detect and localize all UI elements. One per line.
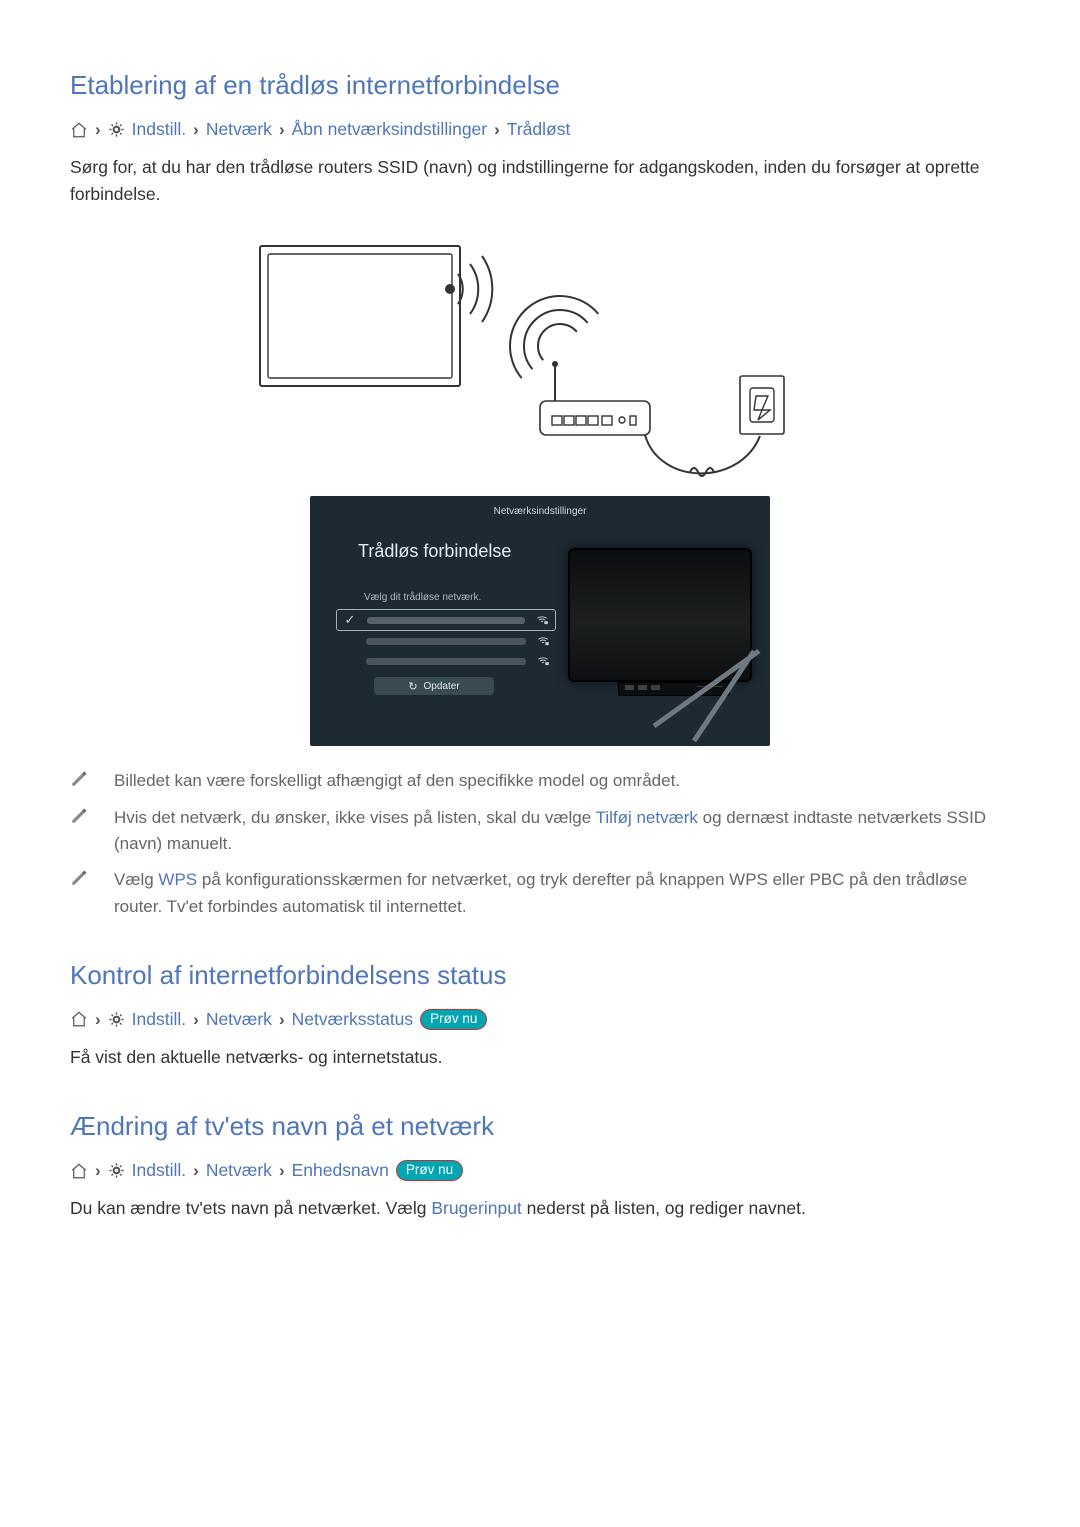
note-add-network: Hvis det netværk, du ønsker, ikke vises … bbox=[70, 805, 1010, 858]
section2-paragraph: Få vist den aktuelle netværks- og intern… bbox=[70, 1044, 1010, 1071]
refresh-button[interactable]: ↻ Opdater bbox=[374, 677, 494, 695]
try-now-badge[interactable]: Prøv nu bbox=[420, 1009, 487, 1030]
nav-open-settings[interactable]: Åbn netværksindstillinger bbox=[292, 119, 488, 140]
nav-settings[interactable]: Indstill. bbox=[132, 1160, 186, 1181]
tv-stand bbox=[634, 646, 764, 746]
wifi-secure-icon bbox=[535, 613, 549, 627]
nav-settings[interactable]: Indstill. bbox=[132, 119, 186, 140]
navpath-devicename: › Indstill. › Netværk › Enhedsnavn Prøv … bbox=[70, 1160, 1010, 1181]
wps-link[interactable]: WPS bbox=[158, 870, 197, 889]
diagram-wireless bbox=[240, 226, 840, 486]
network-panel: Trådløs forbindelse Vælg dit trådløse ne… bbox=[336, 531, 556, 695]
ssid-placeholder bbox=[367, 617, 525, 624]
wifi-secure-icon bbox=[536, 654, 550, 668]
gear-icon bbox=[108, 121, 125, 138]
chevron-right-icon: › bbox=[279, 1011, 285, 1028]
note-text: Vælg WPS på konfigurationsskærmen for ne… bbox=[114, 867, 1010, 920]
add-network-link[interactable]: Tilføj netværk bbox=[596, 808, 698, 827]
nav-settings[interactable]: Indstill. bbox=[132, 1009, 186, 1030]
chevron-right-icon: › bbox=[95, 1011, 101, 1028]
wifi-secure-icon bbox=[536, 634, 550, 648]
navpath-status: › Indstill. › Netværk › Netværksstatus P… bbox=[70, 1009, 1010, 1030]
ssid-placeholder bbox=[366, 638, 526, 645]
network-item-selected[interactable]: ✓ bbox=[336, 609, 556, 631]
check-icon: ✓ bbox=[343, 612, 357, 628]
note-text: Hvis det netværk, du ønsker, ikke vises … bbox=[114, 805, 1010, 858]
section-title-status: Kontrol af internetforbindelsens status bbox=[70, 960, 1010, 991]
pencil-icon bbox=[70, 805, 92, 858]
home-icon bbox=[70, 121, 88, 139]
nav-network[interactable]: Netværk bbox=[206, 1160, 272, 1181]
network-item[interactable] bbox=[336, 651, 556, 671]
chevron-right-icon: › bbox=[279, 121, 285, 138]
section-title-wireless: Etablering af en trådløs internetforbind… bbox=[70, 70, 1010, 101]
section3-paragraph: Du kan ændre tv'ets navn på netværket. V… bbox=[70, 1195, 1010, 1222]
chevron-right-icon: › bbox=[95, 1162, 101, 1179]
try-now-badge[interactable]: Prøv nu bbox=[396, 1160, 463, 1181]
gear-icon bbox=[108, 1162, 125, 1179]
refresh-icon: ↻ bbox=[408, 680, 417, 693]
panel-title: Trådløs forbindelse bbox=[358, 541, 556, 562]
navpath-wireless: › Indstill. › Netværk › Åbn netværksinds… bbox=[70, 119, 1010, 140]
nav-network[interactable]: Netværk bbox=[206, 1009, 272, 1030]
chevron-right-icon: › bbox=[193, 121, 199, 138]
network-list: ✓ bbox=[336, 609, 556, 671]
pencil-icon bbox=[70, 768, 92, 794]
pencil-icon bbox=[70, 867, 92, 920]
network-item[interactable] bbox=[336, 631, 556, 651]
nav-wireless[interactable]: Trådløst bbox=[507, 119, 571, 140]
chevron-right-icon: › bbox=[279, 1162, 285, 1179]
nav-device-name[interactable]: Enhedsnavn bbox=[292, 1160, 389, 1181]
userinput-link[interactable]: Brugerinput bbox=[431, 1198, 521, 1218]
home-icon bbox=[70, 1162, 88, 1180]
note-image-varies: Billedet kan være forskelligt afhængigt … bbox=[70, 768, 1010, 794]
chevron-right-icon: › bbox=[494, 121, 500, 138]
gear-icon bbox=[108, 1011, 125, 1028]
nav-network-status[interactable]: Netværksstatus bbox=[292, 1009, 414, 1030]
ssid-placeholder bbox=[366, 658, 526, 665]
chevron-right-icon: › bbox=[95, 121, 101, 138]
chevron-right-icon: › bbox=[193, 1162, 199, 1179]
section1-paragraph: Sørg for, at du har den trådløse routers… bbox=[70, 154, 1010, 208]
ui-screenshot-network: Netværksindstillinger ———— Trådløs forbi… bbox=[310, 496, 770, 746]
note-text: Billedet kan være forskelligt afhængigt … bbox=[114, 768, 1010, 794]
refresh-label: Opdater bbox=[424, 681, 460, 692]
panel-hint: Vælg dit trådløse netværk. bbox=[364, 592, 556, 603]
note-wps: Vælg WPS på konfigurationsskærmen for ne… bbox=[70, 867, 1010, 920]
ui-strip-title: Netværksindstillinger bbox=[310, 506, 770, 517]
home-icon bbox=[70, 1010, 88, 1028]
nav-network[interactable]: Netværk bbox=[206, 119, 272, 140]
section-title-devicename: Ændring af tv'ets navn på et netværk bbox=[70, 1111, 1010, 1142]
chevron-right-icon: › bbox=[193, 1011, 199, 1028]
